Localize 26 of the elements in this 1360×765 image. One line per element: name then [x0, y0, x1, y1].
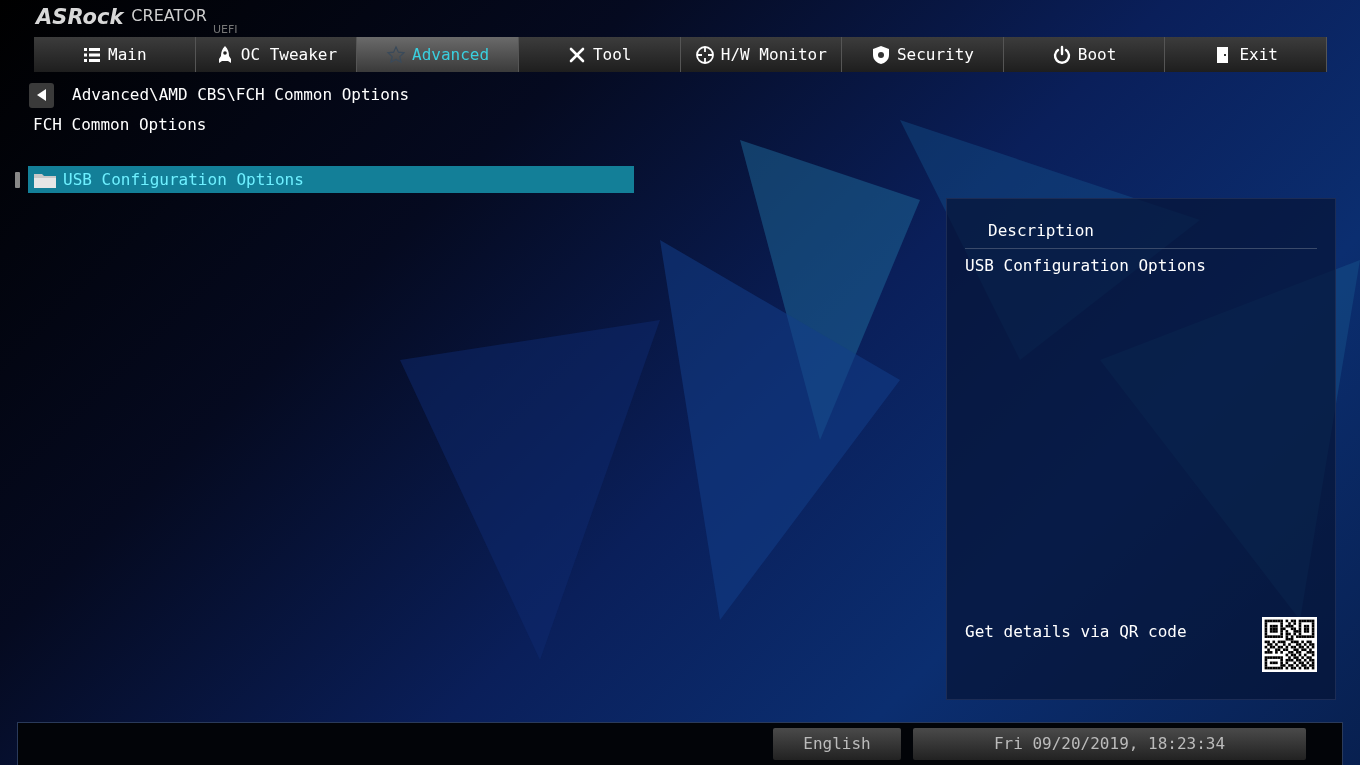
- breadcrumb: Advanced\AMD CBS\FCH Common Options: [72, 84, 410, 106]
- menu-tab[interactable]: Advanced: [357, 37, 519, 72]
- language-button[interactable]: English: [773, 728, 901, 760]
- shield-icon: [870, 44, 891, 65]
- scroll-indicator: [15, 171, 20, 188]
- menu-tab[interactable]: OC Tweaker: [195, 37, 358, 72]
- back-button[interactable]: [29, 82, 54, 108]
- crosshair-icon: [694, 44, 715, 65]
- left-arrow-icon: [36, 89, 47, 101]
- menu-tab[interactable]: H/W Monitor: [680, 37, 843, 72]
- menu-tab[interactable]: Exit: [1165, 37, 1327, 72]
- menu-tab[interactable]: Security: [842, 37, 1004, 72]
- qr-code-icon: [1262, 617, 1317, 672]
- menu-tab[interactable]: Tool: [518, 37, 681, 72]
- brand-logo: ASRock: [36, 7, 124, 31]
- menu-tab[interactable]: Main: [34, 37, 196, 72]
- star-icon: [386, 44, 407, 65]
- power-icon: [1051, 44, 1072, 65]
- description-text: USB Configuration Options: [965, 255, 1206, 277]
- page-title: FCH Common Options: [33, 114, 207, 136]
- description-title: Description: [988, 220, 1094, 242]
- date-time: Fri 09/20/2019, 18:23:34: [913, 728, 1306, 760]
- product-name: CREATOR: [131, 8, 207, 27]
- qr-hint: Get details via QR code: [965, 621, 1187, 643]
- menu-tab[interactable]: Boot: [1003, 37, 1166, 72]
- uefi-label: UEFI: [212, 24, 238, 37]
